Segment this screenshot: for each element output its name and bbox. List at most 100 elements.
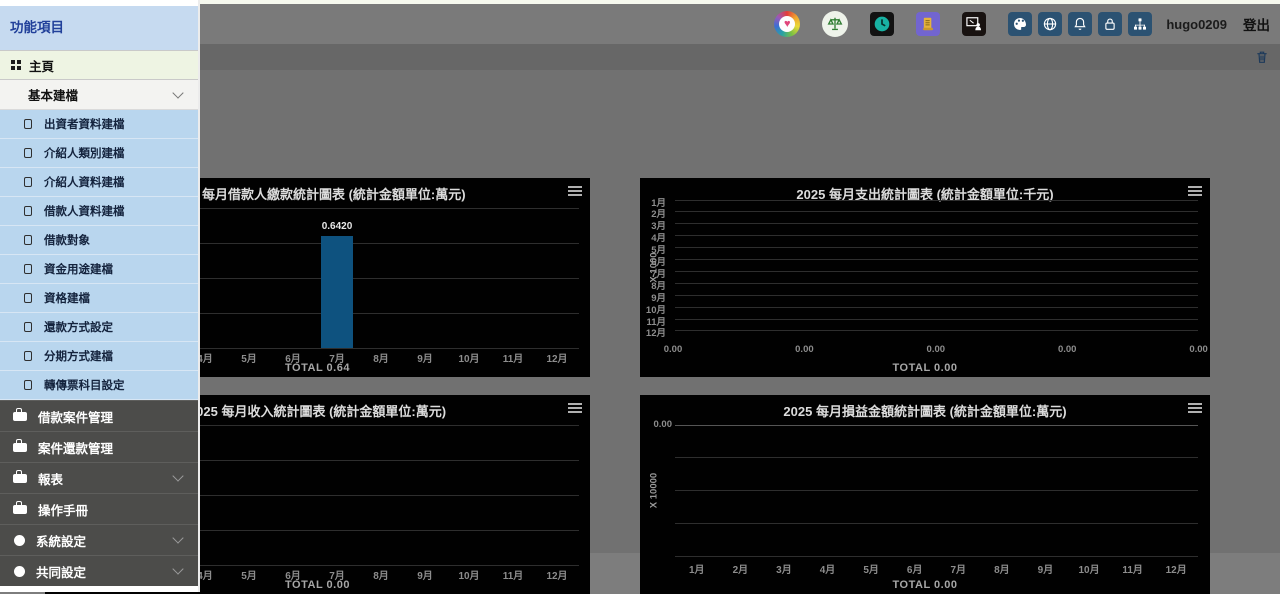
balance-scales-icon[interactable] [822,11,848,37]
x-axis-label: 9月 [1024,561,1068,576]
chevron-down-icon [172,532,183,543]
sidebar-item-label: 分期方式建檔 [44,348,113,364]
sidebar-item-reports[interactable]: 報表 [0,462,198,493]
sidebar-item-introducer-data[interactable]: 介紹人資料建檔 [0,168,198,197]
sidebar-item-label: 案件還款管理 [38,438,113,457]
sidebar-item-fund-usage[interactable]: 資金用途建檔 [0,255,198,284]
x-axis-tick: 0.00 [916,344,956,355]
y-axis-title: X 1000 [649,238,660,298]
circle-icon [14,566,25,577]
sidebar-item-case-repayment-mgmt[interactable]: 案件還款管理 [0,431,198,462]
gridline [675,556,1198,557]
gridline [675,223,1198,224]
sidebar-item-system-settings[interactable]: 系統設定 [0,524,198,555]
square-icon [24,322,32,332]
sidebar-item-label: 轉傳票科目設定 [44,377,125,393]
presentation-icon[interactable] [962,12,986,36]
sidebar-item-common-settings[interactable]: 共同設定 [0,555,198,586]
sidebar-item-label: 資金用途建檔 [44,261,113,277]
x-axis-tick: 0.00 [1047,344,1087,355]
x-axis-tick: 0.00 [784,344,824,355]
square-icon [24,235,32,245]
sidebar-item-loan-case-mgmt[interactable]: 借款案件管理 [0,400,198,431]
sidebar-item-label: 共同設定 [36,562,86,581]
sidebar-item-investor-data[interactable]: 出資者資料建檔 [0,110,198,139]
square-icon [24,380,32,390]
lock-icon[interactable] [1098,12,1122,36]
chart-total-label: TOTAL 0.00 [640,362,1210,374]
x-axis-tick: 0.00 [653,344,693,355]
zero-line [675,425,1198,426]
gridline [675,319,1198,320]
x-axis-label: 4月 [806,561,850,576]
chart-panel-expense: 2025 每月支出統計圖表 (統計金額單位:千元) 1月2月3月4月5月6月7月… [640,178,1210,377]
gridline [675,200,1198,201]
bell-icon[interactable] [1068,12,1092,36]
gridline [675,307,1198,308]
sidebar-item-label: 介紹人資料建檔 [44,174,125,190]
square-icon [24,293,32,303]
sidebar-item-label: 系統設定 [36,531,86,550]
sidebar-item-borrower-data[interactable]: 借款人資料建檔 [0,197,198,226]
sidebar: 功能項目 主頁基本建檔出資者資料建檔介紹人類別建檔介紹人資料建檔借款人資料建檔借… [0,0,200,592]
y-axis-label: 12月 [640,325,666,339]
chevron-down-icon [172,87,183,98]
wreath-logo-icon[interactable]: ♥ [774,11,800,37]
sidebar-item-label: 出資者資料建檔 [44,116,125,132]
gridline [675,490,1198,491]
scroll-icon[interactable] [916,12,940,36]
square-icon [24,177,32,187]
chart-total-label: TOTAL 0.00 [640,579,1210,591]
x-axis-tick: 0.00 [1179,344,1219,355]
sidebar-item-home[interactable]: 主頁 [0,50,198,80]
globe-icon[interactable] [1038,12,1062,36]
sidebar-item-label: 資格建檔 [44,290,90,306]
palette-icon[interactable] [1008,12,1032,36]
chart-bar [321,236,353,348]
square-icon [24,206,32,216]
gridline [675,457,1198,458]
briefcase-icon [13,474,27,483]
sidebar-item-qualification[interactable]: 資格建檔 [0,284,198,313]
logout-button[interactable]: 登出 [1243,14,1270,34]
gridline [675,295,1198,296]
x-axis-label: 7月 [937,561,981,576]
x-axis-label: 3月 [762,561,806,576]
gridline [675,283,1198,284]
x-axis-label: 6月 [893,561,937,576]
gridline [675,235,1198,236]
sidebar-item-loan-target[interactable]: 借款對象 [0,226,198,255]
sidebar-item-label: 報表 [38,469,63,488]
topbar-icon-row: ♥ [774,11,1152,37]
sidebar-item-manual[interactable]: 操作手冊 [0,493,198,524]
trash-icon[interactable] [1254,49,1270,65]
square-icon [24,264,32,274]
sidebar-title: 功能項目 [0,6,198,50]
sitemap-icon[interactable] [1128,12,1152,36]
chevron-down-icon [172,563,183,574]
sidebar-item-label: 借款案件管理 [38,407,113,426]
x-axis-label: 12月 [1154,561,1198,576]
sidebar-item-label: 介紹人類別建檔 [44,145,125,161]
sidebar-item-label: 還款方式設定 [44,319,113,335]
sidebar-item-basic-data[interactable]: 基本建檔 [0,80,198,110]
gridline [675,523,1198,524]
x-axis-label: 5月 [849,561,893,576]
zero-tick-label: 0.00 [642,419,672,430]
square-icon [24,351,32,361]
sidebar-item-introducer-category[interactable]: 介紹人類別建檔 [0,139,198,168]
square-icon [24,148,32,158]
circle-icon [14,535,25,546]
gridline [675,330,1198,331]
heart-glyph: ♥ [779,16,795,32]
sidebar-nav: 主頁基本建檔出資者資料建檔介紹人類別建檔介紹人資料建檔借款人資料建檔借款對象資金… [0,50,198,586]
grid-icon [11,60,21,70]
clock-icon[interactable] [870,12,894,36]
gridline [675,271,1198,272]
sidebar-item-installment-method[interactable]: 分期方式建檔 [0,342,198,371]
square-icon [24,119,32,129]
sidebar-item-voucher-subject[interactable]: 轉傳票科目設定 [0,371,198,400]
sidebar-item-repayment-method[interactable]: 還款方式設定 [0,313,198,342]
sidebar-item-label: 操作手冊 [38,500,88,519]
x-axis-label: 1月 [675,561,719,576]
